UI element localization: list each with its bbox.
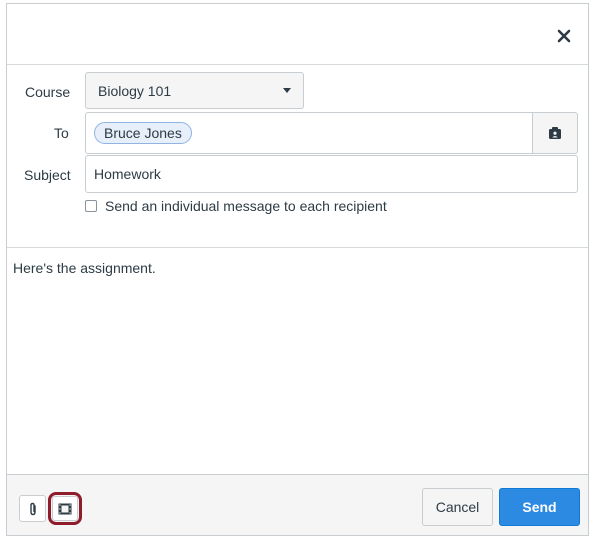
course-label: Course — [25, 84, 71, 100]
cancel-button[interactable]: Cancel — [422, 488, 493, 526]
paperclip-icon — [29, 502, 36, 515]
individual-message-option[interactable]: Send an individual message to each recip… — [85, 198, 387, 214]
close-icon — [557, 29, 571, 43]
course-select[interactable]: Biology 101 — [85, 72, 304, 109]
compose-message-dialog: Course Biology 101 To Bruce Jones Subjec… — [6, 3, 589, 536]
subject-label: Subject — [24, 167, 71, 183]
address-book-button[interactable] — [532, 112, 578, 154]
recipient-token[interactable]: Bruce Jones — [94, 122, 192, 144]
to-label: To — [54, 125, 69, 141]
chevron-down-icon — [283, 88, 291, 93]
individual-message-label: Send an individual message to each recip… — [105, 198, 387, 214]
individual-message-checkbox[interactable] — [85, 200, 97, 212]
address-book-icon — [549, 127, 561, 139]
record-media-button[interactable] — [52, 496, 78, 521]
send-button[interactable]: Send — [499, 488, 580, 526]
recipients-field[interactable]: Bruce Jones — [85, 112, 533, 154]
course-select-value: Biology 101 — [98, 82, 172, 99]
film-icon — [58, 503, 72, 514]
body-divider — [7, 247, 588, 248]
subject-input[interactable] — [85, 155, 578, 193]
message-body[interactable]: Here's the assignment. — [13, 260, 156, 276]
attach-file-button[interactable] — [19, 495, 46, 522]
close-button[interactable] — [552, 24, 576, 48]
header-divider — [7, 64, 588, 65]
dialog-footer: Cancel Send — [7, 474, 588, 535]
